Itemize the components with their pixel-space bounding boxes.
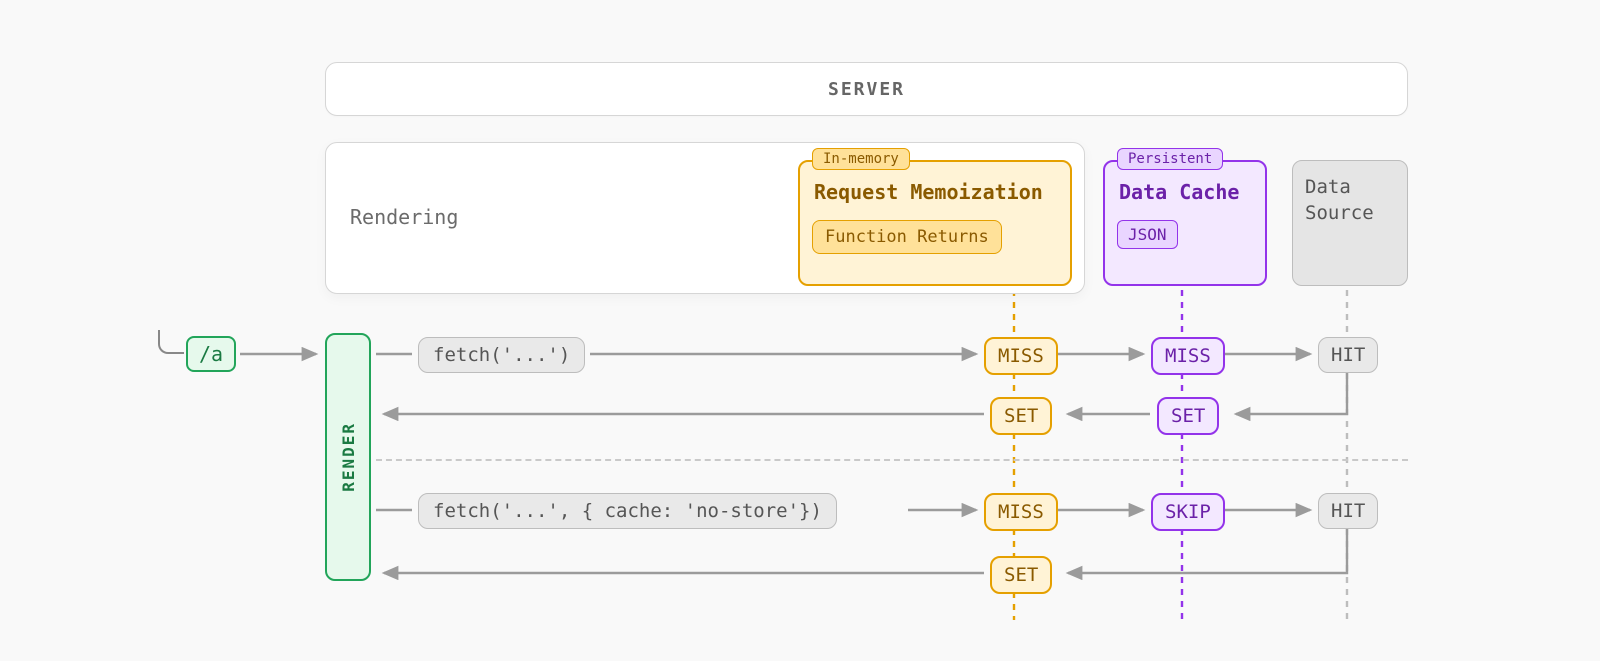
fetch-call-1: fetch('...') <box>418 337 585 373</box>
cache-return-r1: SET <box>1157 397 1219 435</box>
route-arm <box>158 330 184 354</box>
cache-sub: JSON <box>1117 220 1178 249</box>
server-header: SERVER <box>325 62 1408 116</box>
fetch-call-2: fetch('...', { cache: 'no-store'}) <box>418 493 837 529</box>
cache-title: Data Cache <box>1119 180 1239 204</box>
memo-return-r2: SET <box>990 556 1052 594</box>
render-box: RENDER <box>325 333 371 581</box>
source-status-r1: HIT <box>1318 337 1378 373</box>
cache-status-r2: SKIP <box>1151 493 1225 531</box>
memo-status-r1: MISS <box>984 337 1058 375</box>
route-chip: /a <box>186 336 236 372</box>
memo-return-r1: SET <box>990 397 1052 435</box>
memo-sub: Function Returns <box>812 220 1002 254</box>
memo-title: Request Memoization <box>814 180 1043 204</box>
cache-tag: Persistent <box>1117 148 1223 170</box>
row-divider <box>376 459 1408 461</box>
server-title: SERVER <box>828 79 905 100</box>
source-title: Data Source <box>1305 176 1374 224</box>
rendering-label: Rendering <box>350 205 458 229</box>
route-path: /a <box>199 342 223 366</box>
render-label: RENDER <box>339 422 358 492</box>
source-status-r2: HIT <box>1318 493 1378 529</box>
data-cache-box: Persistent Data Cache JSON <box>1103 160 1267 286</box>
cache-status-r1: MISS <box>1151 337 1225 375</box>
request-memoization-box: In-memory Request Memoization Function R… <box>798 160 1072 286</box>
memo-status-r2: MISS <box>984 493 1058 531</box>
memo-tag: In-memory <box>812 148 910 170</box>
data-source-box: Data Source <box>1292 160 1408 286</box>
